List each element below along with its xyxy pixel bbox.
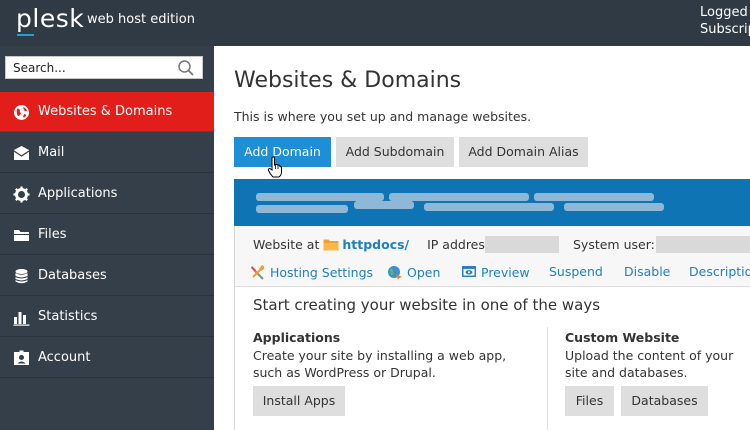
preview-link[interactable]: Preview (461, 264, 530, 280)
sidebar-item-files[interactable]: Files (0, 215, 214, 255)
files-button[interactable]: Files (565, 386, 614, 416)
sidebar-item-mail[interactable]: Mail (0, 133, 214, 173)
globe-open-icon (388, 266, 402, 280)
domain-info-row: Website at httpdocs/ IP address: (253, 237, 496, 254)
domain-panel: Website at httpdocs/ IP address: System … (234, 226, 750, 430)
custom-website-description: Upload the content of your site and data… (565, 348, 734, 380)
custom-website-title: Custom Website (565, 330, 680, 345)
login-info: Logged in as Subscription (700, 4, 750, 38)
column-divider (547, 327, 548, 430)
page-description: This is where you set up and manage webs… (234, 109, 532, 124)
sidebar-item-label: Databases (38, 268, 107, 283)
preview-label: Preview (481, 265, 530, 280)
add-domain-alias-button[interactable]: Add Domain Alias (459, 137, 588, 167)
disable-link[interactable]: Disable (624, 264, 670, 279)
sidebar-item-label: Account (38, 350, 91, 365)
open-label: Open (407, 265, 441, 280)
sidebar-item-label: Files (38, 227, 67, 242)
system-user-label: System user: (573, 237, 655, 252)
redacted-domain-name (354, 201, 414, 209)
website-at-label: Website at (253, 237, 320, 252)
edition-label: web host edition (87, 12, 195, 27)
sidebar-item-label: Mail (38, 145, 65, 160)
applications-description: Create your site by installing a web app… (253, 348, 507, 380)
website-setup-panel: Start creating your website in one of th… (235, 286, 750, 430)
databases-button[interactable]: Databases (621, 386, 708, 416)
bar-chart-icon (13, 309, 30, 326)
search-box[interactable]: Search... (5, 56, 203, 79)
applications-title: Applications (253, 330, 341, 345)
database-icon (13, 268, 30, 285)
sidebar-item-label: Applications (38, 186, 118, 201)
sidebar-item-label: Statistics (38, 309, 98, 324)
domain-header[interactable] (234, 179, 750, 226)
sidebar-item-databases[interactable]: Databases (0, 256, 214, 296)
redacted-ip-address (485, 236, 559, 253)
redacted-domain-name (534, 193, 654, 201)
redacted-system-user (656, 236, 750, 253)
tools-icon (251, 265, 265, 280)
plesk-logo[interactable]: plesk (16, 4, 84, 33)
preview-icon (462, 266, 476, 277)
search-icon[interactable] (177, 59, 195, 81)
open-link[interactable]: Open (387, 264, 440, 280)
id-card-icon (13, 350, 30, 367)
hosting-settings-label: Hosting Settings (270, 265, 374, 280)
install-apps-button[interactable]: Install Apps (253, 386, 345, 416)
sidebar-item-label: Websites & Domains (38, 104, 173, 119)
main-content: Websites & Domains This is where you set… (214, 46, 750, 430)
description-link[interactable]: Description (689, 264, 750, 279)
login-line-1: Logged in as (700, 5, 750, 20)
page-title: Websites & Domains (234, 68, 462, 93)
sidebar: Search... Websites & Domains Mail Applic… (0, 46, 214, 430)
sidebar-item-statistics[interactable]: Statistics (0, 297, 214, 337)
system-user-row: System user: (573, 237, 655, 252)
sidebar-item-websites-domains[interactable]: Websites & Domains (0, 92, 214, 132)
sidebar-item-applications[interactable]: Applications (0, 174, 214, 214)
folder-icon (323, 238, 339, 254)
hosting-settings-link[interactable]: Hosting Settings (250, 264, 373, 280)
envelope-icon (13, 145, 30, 162)
add-subdomain-button[interactable]: Add Subdomain (336, 137, 454, 167)
folder-icon (13, 227, 30, 244)
redacted-domain-name (256, 205, 348, 213)
gear-icon (13, 186, 30, 203)
redacted-domain-name (424, 203, 554, 211)
suspend-link[interactable]: Suspend (549, 264, 603, 279)
sidebar-item-account[interactable]: Account (0, 338, 214, 378)
logo-underline (17, 34, 34, 36)
redacted-domain-name (389, 193, 529, 201)
redacted-domain-name (256, 193, 384, 201)
docroot-link[interactable]: httpdocs/ (342, 237, 409, 252)
login-line-2[interactable]: Subscription (700, 21, 750, 38)
top-bar: plesk web host edition Logged in as Subs… (0, 0, 750, 46)
start-creating-title: Start creating your website in one of th… (253, 296, 601, 314)
redacted-domain-name (564, 203, 664, 211)
globe-icon (13, 104, 30, 121)
search-input[interactable]: Search... (13, 61, 66, 75)
